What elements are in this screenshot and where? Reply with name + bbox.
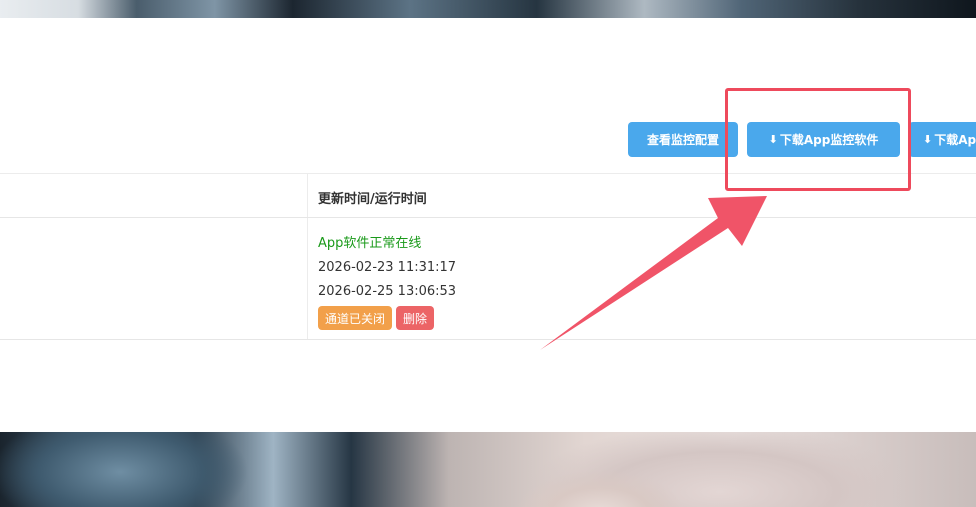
update-time-cell: App软件正常在线 2026-02-23 11:31:17 2026-02-25… xyxy=(318,232,456,330)
update-time-column-header: 更新时间/运行时间 xyxy=(318,192,427,207)
table-row: App软件正常在线 2026-02-23 11:31:17 2026-02-25… xyxy=(0,218,976,340)
update-time: 2026-02-23 11:31:17 xyxy=(318,260,457,275)
background-image-top xyxy=(0,0,976,18)
download-icon: ⬇ xyxy=(923,133,933,146)
view-config-button[interactable]: 查看监控配置 xyxy=(628,122,738,157)
download-app-partial-label: 下载Ap xyxy=(934,133,976,147)
view-config-label: 查看监控配置 xyxy=(646,133,719,147)
column-divider xyxy=(307,218,308,339)
run-time: 2026-02-25 13:06:53 xyxy=(318,284,457,299)
online-status: App软件正常在线 xyxy=(318,236,422,251)
content-panel: 查看监控配置 ⬇ 下载App监控软件 ⬇ 下载Ap 更新时间/运行时间 App软… xyxy=(0,18,976,432)
download-app-button-2[interactable]: ⬇ 下载Ap xyxy=(909,122,976,157)
background-image-bottom xyxy=(0,432,976,507)
delete-button[interactable]: 删除 xyxy=(396,306,435,330)
highlight-box xyxy=(725,88,911,191)
channel-closed-button[interactable]: 通道已关闭 xyxy=(318,306,393,330)
column-divider xyxy=(307,174,308,217)
